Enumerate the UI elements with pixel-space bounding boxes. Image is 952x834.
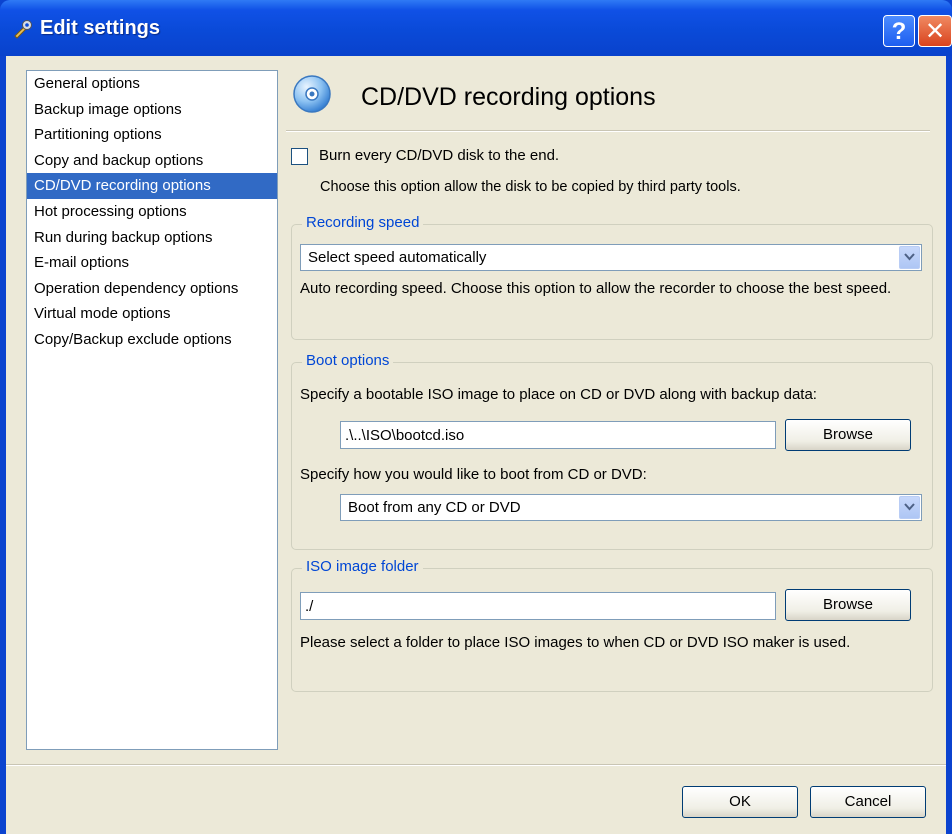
boot-method-dropdown[interactable]: Boot from any CD or DVD: [340, 494, 922, 521]
nav-item[interactable]: Copy and backup options: [27, 148, 277, 174]
recording-speed-value: Select speed automatically: [308, 249, 487, 266]
footer-divider: [6, 764, 946, 766]
nav-item[interactable]: CD/DVD recording options: [27, 173, 277, 199]
iso-folder-description: Please select a folder to place ISO imag…: [300, 634, 851, 651]
iso-image-folder-legend: ISO image folder: [302, 558, 423, 575]
edit-settings-window: Edit settings ? ✕ General options Backup …: [0, 0, 952, 834]
boot-iso-path-input[interactable]: .\..\ISO\bootcd.iso: [340, 421, 776, 449]
nav-item[interactable]: E-mail options: [27, 250, 277, 276]
nav-item[interactable]: Backup image options: [27, 97, 277, 123]
recording-speed-dropdown[interactable]: Select speed automatically: [300, 244, 922, 271]
boot-iso-browse-button[interactable]: Browse: [785, 419, 911, 451]
chevron-down-icon[interactable]: [899, 496, 920, 519]
nav-item[interactable]: Hot processing options: [27, 199, 277, 225]
page-title: CD/DVD recording options: [361, 83, 656, 111]
boot-options-group: Boot options Specify a bootable ISO imag…: [291, 352, 933, 550]
cancel-button[interactable]: Cancel: [810, 786, 926, 818]
nav-item[interactable]: Run during backup options: [27, 225, 277, 251]
boot-iso-path-value: .\..\ISO\bootcd.iso: [345, 427, 465, 444]
nav-item[interactable]: Virtual mode options: [27, 301, 277, 327]
boot-method-value: Boot from any CD or DVD: [348, 499, 521, 516]
recording-speed-description: Auto recording speed. Choose this option…: [300, 280, 892, 297]
boot-options-legend: Boot options: [302, 352, 394, 369]
close-button[interactable]: ✕: [918, 15, 952, 47]
boot-method-label: Specify how you would like to boot from …: [300, 466, 647, 483]
burn-to-end-description: Choose this option allow the disk to be …: [320, 179, 741, 195]
iso-folder-path-value: ./: [305, 598, 314, 615]
boot-iso-label: Specify a bootable ISO image to place on…: [300, 386, 817, 403]
dialog-client-area: General options Backup image options Parti…: [6, 56, 946, 834]
iso-folder-browse-button[interactable]: Browse: [785, 589, 911, 621]
title-bar[interactable]: Edit settings ? ✕: [0, 0, 952, 56]
nav-item[interactable]: General options: [27, 71, 277, 97]
settings-wrench-icon: [14, 20, 32, 39]
cd-icon: [293, 75, 331, 113]
recording-speed-legend: Recording speed: [302, 214, 424, 231]
chevron-down-icon[interactable]: [899, 246, 920, 269]
help-button[interactable]: ?: [883, 15, 915, 47]
nav-item[interactable]: Copy/Backup exclude options: [27, 327, 277, 353]
window-title: Edit settings: [40, 17, 161, 39]
options-panel: CD/DVD recording options Burn every CD/D…: [286, 70, 936, 760]
ok-button[interactable]: OK: [682, 786, 798, 818]
title-divider: [286, 130, 930, 132]
burn-to-end-checkbox[interactable]: [291, 148, 308, 165]
iso-folder-path-input[interactable]: ./: [300, 592, 776, 620]
options-category-list[interactable]: General options Backup image options Parti…: [26, 70, 278, 750]
iso-image-folder-group: ISO image folder ./ Browse Please select…: [291, 558, 933, 692]
nav-item[interactable]: Partitioning options: [27, 122, 277, 148]
burn-to-end-label[interactable]: Burn every CD/DVD disk to the end.: [319, 147, 559, 164]
recording-speed-group: Recording speed Select speed automatical…: [291, 214, 933, 340]
nav-item[interactable]: Operation dependency options: [27, 276, 277, 302]
